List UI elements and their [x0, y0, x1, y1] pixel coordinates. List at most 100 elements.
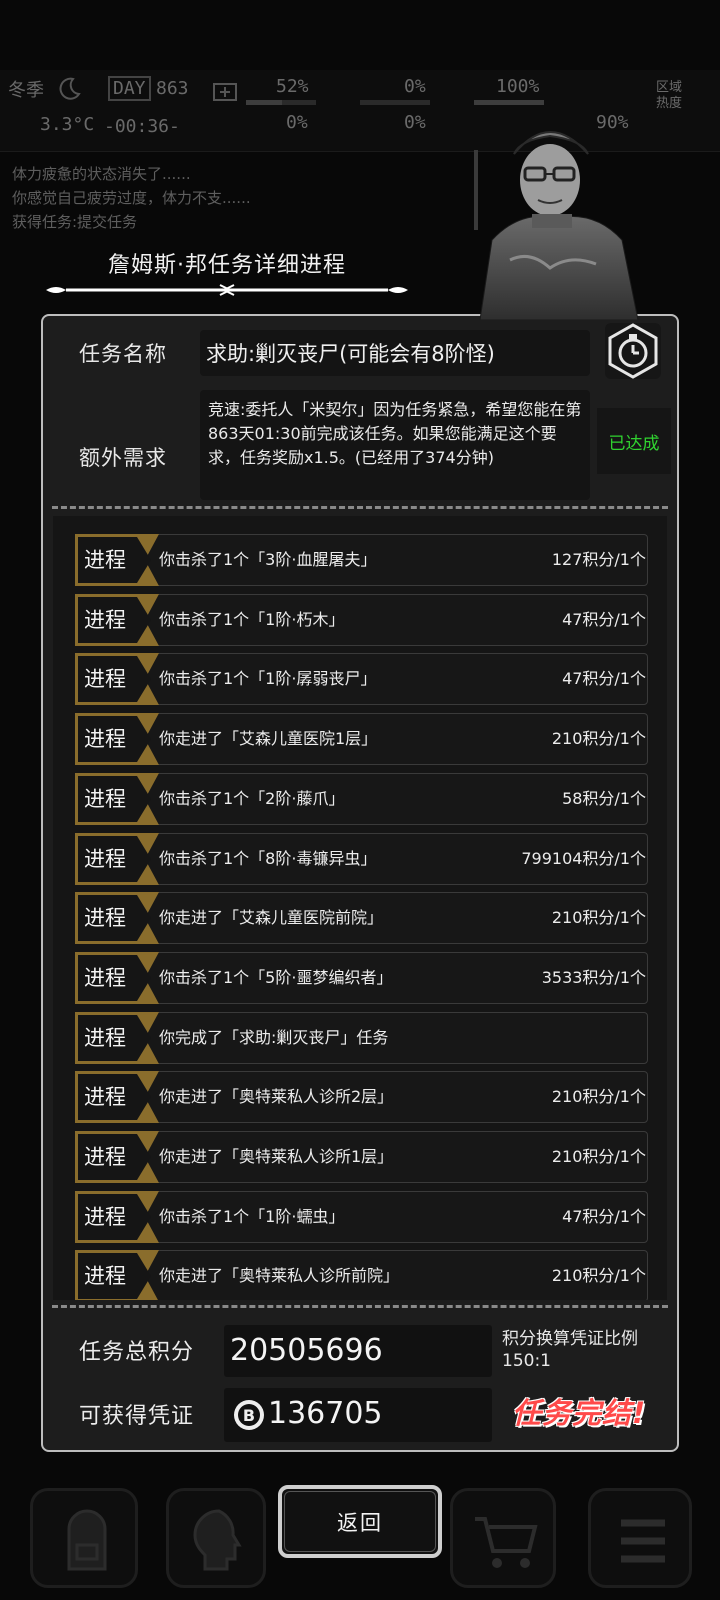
season-label: 冬季	[8, 80, 44, 101]
progress-description: 你击杀了1个「1阶·朽木」	[159, 609, 345, 629]
stopwatch-icon[interactable]	[604, 322, 662, 380]
progress-description: 你击杀了1个「3阶·血腥屠夫」	[159, 550, 377, 569]
progress-tag-badge	[75, 1190, 159, 1243]
conversion-rate-value: 150:1	[502, 1351, 551, 1371]
progress-description: 你击杀了1个「5阶·噩梦编织者」	[159, 967, 393, 987]
conversion-rate-label: 积分换算凭证比例	[502, 1329, 638, 1349]
progress-points: 210积分/1个	[551, 1087, 646, 1107]
progress-tag-badge	[75, 1071, 159, 1124]
day-number: 863	[156, 78, 189, 99]
stat-2-bar	[360, 100, 430, 105]
progress-row: 进程 你击杀了1个「1阶·朽木」 47积分/1个	[75, 593, 648, 646]
medkit-icon	[213, 83, 237, 101]
progress-description: 你击杀了1个「1阶·蠕虫」	[159, 1206, 345, 1226]
progress-points: 47积分/1个	[562, 609, 646, 629]
commissioner-portrait	[474, 131, 639, 320]
stat-3: 100%	[496, 76, 540, 97]
progress-points: 58积分/1个	[562, 788, 646, 808]
title-ornament	[46, 284, 408, 296]
progress-points: 210积分/1个	[551, 908, 646, 928]
total-points-number: 20505696	[230, 1333, 383, 1368]
total-points-label: 任务总积分	[79, 1340, 195, 1365]
progress-tag-badge	[75, 832, 159, 885]
progress-tag-badge	[75, 772, 159, 825]
backpack-icon	[67, 1509, 107, 1571]
progress-tag-badge	[75, 1250, 159, 1300]
stat-health: 52%	[276, 76, 309, 97]
clock-readout: -00:36-	[104, 116, 180, 137]
extra-requirement-label: 额外需求	[79, 446, 167, 470]
progress-points: 47积分/1个	[562, 1206, 646, 1226]
progress-tag-badge	[75, 892, 159, 945]
progress-description: 你走进了「奥特莱私人诊所前院」	[159, 1266, 400, 1286]
progress-row: 进程 你击杀了1个「1阶·蠕虫」 47积分/1个	[75, 1190, 648, 1243]
progress-list[interactable]: 进程 你击杀了1个「3阶·血腥屠夫」 127积分/1个 进程 你击杀了1个「1阶·朽木」…	[53, 516, 667, 1300]
progress-description: 你击杀了1个「1阶·孱弱丧尸」	[159, 669, 377, 689]
extra-requirement-status: 已达成	[597, 408, 671, 474]
progress-description: 你击杀了1个「8阶·毒镰异虫」	[159, 848, 377, 868]
divider	[52, 1305, 668, 1308]
log-line: 体力疲惫的状态消失了......	[12, 165, 191, 183]
log-line: 你感觉自己疲劳过度，体力不支......	[12, 189, 251, 207]
progress-points: 210积分/1个	[551, 1266, 646, 1286]
progress-row: 进程 你走进了「艾森儿童医院前院」 210积分/1个	[75, 892, 648, 945]
total-points-value: 20505696	[224, 1325, 492, 1377]
dialog-title: 詹姆斯·邦任务详细进程	[42, 247, 412, 301]
coin-icon: B	[234, 1400, 264, 1430]
svg-text:B: B	[243, 1406, 255, 1425]
progress-row: 进程 你击杀了1个「5阶·噩梦编织者」 3533积分/1个	[75, 951, 648, 1004]
voucher-value: 136705	[268, 1396, 383, 1431]
divider	[52, 506, 668, 509]
progress-description: 你击杀了1个「2阶·藤爪」	[159, 788, 345, 808]
voucher-value-box: B 136705	[224, 1388, 492, 1442]
skills-button[interactable]	[166, 1488, 266, 1588]
progress-row: 进程 你击杀了1个「1阶·孱弱丧尸」 47积分/1个	[75, 653, 648, 706]
menu-icon	[621, 1519, 665, 1563]
progress-points: 127积分/1个	[551, 550, 646, 569]
stat-4: 0%	[286, 112, 308, 133]
progress-row: 进程 你击杀了1个「2阶·藤爪」 58积分/1个	[75, 772, 648, 825]
progress-row: 进程 你击杀了1个「3阶·血腥屠夫」 127积分/1个	[75, 534, 648, 586]
dialog-title-text: 詹姆斯·邦任务详细进程	[108, 253, 346, 278]
progress-row: 进程 你走进了「奥特莱私人诊所前院」 210积分/1个	[75, 1250, 648, 1300]
progress-row: 进程 你走进了「奥特莱私人诊所2层」 210积分/1个	[75, 1071, 648, 1124]
health-bar	[246, 100, 316, 105]
day-label: DAY	[108, 76, 151, 101]
progress-tag-badge	[75, 1011, 159, 1064]
progress-row: 进程 你走进了「艾森儿童医院1层」 210积分/1个	[75, 713, 648, 766]
progress-tag-badge	[75, 593, 159, 646]
moon-icon	[59, 77, 81, 100]
task-complete-label: 任务完结!	[512, 1396, 647, 1430]
task-name-value: 求助:剿灭丧尸(可能会有8阶怪)	[200, 330, 590, 376]
shop-button[interactable]	[450, 1488, 556, 1588]
progress-tag-badge	[75, 1131, 159, 1183]
progress-tag-badge	[75, 951, 159, 1004]
progress-points: 210积分/1个	[551, 729, 646, 749]
back-button[interactable]: 返回	[278, 1485, 442, 1558]
progress-tag-badge	[75, 713, 159, 766]
progress-row: 进程 你完成了「求助:剿灭丧尸」任务	[75, 1011, 648, 1064]
progress-row: 进程 你走进了「奥特莱私人诊所1层」 210积分/1个	[75, 1131, 648, 1183]
conversion-rate: 积分换算凭证比例 150:1	[502, 1328, 638, 1372]
progress-tag-badge	[75, 534, 159, 586]
progress-description: 你走进了「奥特莱私人诊所2层」	[159, 1087, 394, 1107]
progress-points: 799104积分/1个	[521, 848, 646, 868]
progress-description: 你走进了「奥特莱私人诊所1层」	[159, 1147, 394, 1166]
backpack-button[interactable]	[30, 1488, 138, 1588]
progress-points: 47积分/1个	[562, 669, 646, 689]
progress-description: 你完成了「求助:剿灭丧尸」任务	[159, 1027, 389, 1047]
brain-icon	[193, 1509, 242, 1571]
extra-requirement-text: 竞速:委托人「米契尔」因为任务紧急，希望您能在第863天01:30前完成该任务。…	[200, 390, 590, 500]
progress-tag-badge	[75, 653, 159, 706]
progress-points: 210积分/1个	[551, 1147, 646, 1166]
temperature-readout: 3.3°C	[40, 114, 95, 135]
stat-3-bar	[474, 100, 544, 105]
progress-description: 你走进了「艾森儿童医院1层」	[159, 729, 378, 749]
menu-button[interactable]	[588, 1488, 692, 1588]
progress-description: 你走进了「艾森儿童医院前院」	[159, 908, 384, 928]
progress-row: 进程 你击杀了1个「8阶·毒镰异虫」 799104积分/1个	[75, 832, 648, 885]
cart-icon	[475, 1517, 538, 1568]
stat-5: 0%	[404, 112, 426, 133]
area-heat-label: 区域热度	[656, 80, 683, 111]
log-line: 获得任务:提交任务	[12, 213, 138, 231]
